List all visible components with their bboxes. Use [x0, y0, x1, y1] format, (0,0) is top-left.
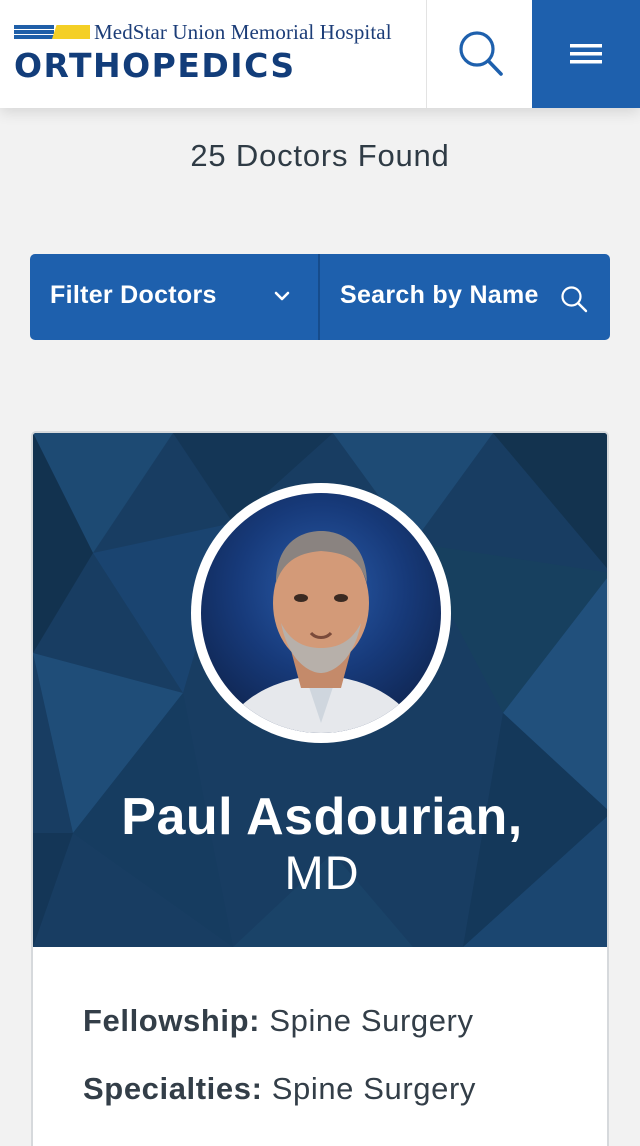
doctor-card-hero[interactable]: Paul Asdourian, MD	[33, 433, 607, 947]
filter-doctors-button[interactable]: Filter Doctors	[30, 254, 318, 340]
site-header: MedStar Union Memorial Hospital ORTHOPED…	[0, 0, 640, 108]
fellowship-label: Fellowship:	[83, 1003, 261, 1038]
search-by-name-label: Search by Name	[340, 281, 539, 309]
search-by-name-button[interactable]: Search by Name	[320, 254, 610, 340]
fellowship-value: Spine Surgery	[269, 1003, 474, 1038]
header-search-button[interactable]	[426, 0, 532, 108]
logo-department: ORTHOPEDICS	[14, 46, 296, 85]
doctor-name: Paul Asdourian,	[121, 788, 523, 846]
doctor-portrait-image	[221, 531, 421, 733]
hamburger-menu-icon	[570, 44, 602, 64]
search-icon	[561, 286, 588, 313]
results-count: 25 Doctors Found	[190, 138, 450, 173]
specialties-row: Specialties: Spine Surgery	[83, 1071, 476, 1107]
specialties-label: Specialties:	[83, 1071, 263, 1106]
doctor-photo-frame	[191, 483, 451, 743]
menu-button[interactable]	[532, 0, 640, 108]
site-logo[interactable]: MedStar Union Memorial Hospital ORTHOPED…	[14, 20, 414, 90]
filter-bar: Filter Doctors Search by Name	[30, 254, 610, 340]
fellowship-row: Fellowship: Spine Surgery	[83, 1003, 474, 1039]
doctor-credential: MD	[284, 846, 360, 899]
specialties-value: Spine Surgery	[271, 1071, 476, 1106]
doctor-photo	[201, 493, 441, 733]
filter-doctors-label: Filter Doctors	[50, 281, 217, 309]
doctor-card-details: Fellowship: Spine Surgery Specialties: S…	[33, 947, 607, 1146]
logo-org-name: MedStar Union Memorial Hospital	[94, 20, 392, 44]
search-icon	[459, 31, 503, 76]
logo-mark-icon	[14, 25, 90, 39]
doctor-card: Paul Asdourian, MD Fellowship: Spine Sur…	[31, 431, 609, 1146]
chevron-down-icon	[274, 291, 290, 301]
